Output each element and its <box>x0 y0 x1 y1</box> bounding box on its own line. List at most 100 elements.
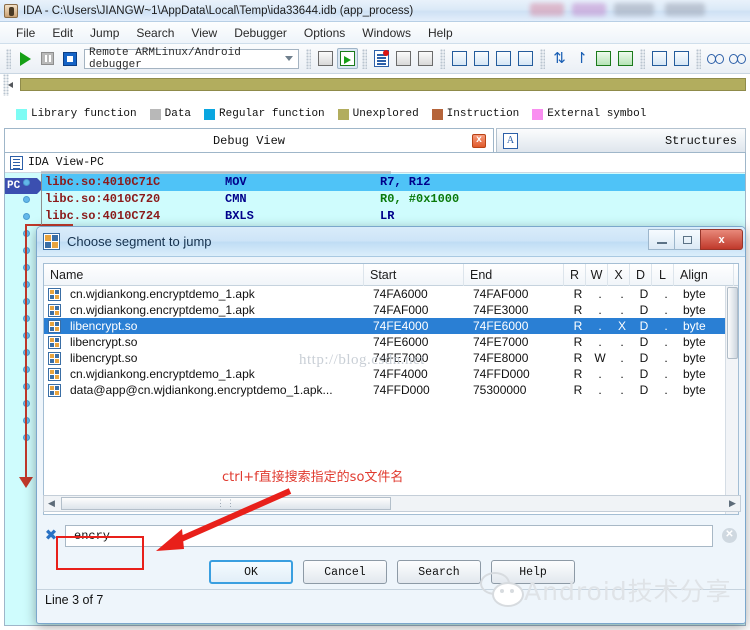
cell-r: R <box>573 319 583 333</box>
names-window-icon <box>496 51 511 66</box>
toolbar-grip[interactable] <box>306 48 311 69</box>
menu-item-edit[interactable]: Edit <box>44 24 81 42</box>
stop-icon <box>62 51 77 66</box>
pause-button[interactable] <box>37 48 58 69</box>
legend-label-regular: Regular function <box>219 108 325 120</box>
search-button[interactable]: Search <box>397 560 481 584</box>
menu-item-debugger[interactable]: Debugger <box>226 24 295 42</box>
cell-name: data@app@cn.wjdiankong.encryptdemo_1.apk… <box>70 383 333 397</box>
column-header-l[interactable]: L <box>652 264 674 286</box>
gutter-dot[interactable] <box>23 179 30 186</box>
cell-d: D <box>639 367 649 381</box>
table-row[interactable]: cn.wjdiankong.encryptdemo_1.apk 74FF4000… <box>44 366 738 382</box>
tab-strip: Debug View x A Structures <box>4 128 746 153</box>
column-header-x[interactable]: X <box>608 264 630 286</box>
search-button[interactable] <box>705 48 726 69</box>
debugger-selector[interactable]: Remote ARMLinux/Android debugger <box>84 47 299 71</box>
toolbar-grip[interactable] <box>6 48 11 69</box>
scrollbar-thumb[interactable] <box>727 287 738 359</box>
enum-button[interactable] <box>593 48 614 69</box>
column-header-start[interactable]: Start <box>364 264 464 286</box>
delete-breakpoint-button[interactable] <box>415 48 436 69</box>
help-button[interactable]: Help <box>491 560 575 584</box>
toolbar-grip[interactable] <box>362 48 367 69</box>
dialog-titlebar[interactable]: Choose segment to jump x <box>37 227 745 257</box>
cancel-button[interactable]: Cancel <box>303 560 387 584</box>
table-vertical-scrollbar[interactable] <box>725 286 738 514</box>
menu-item-file[interactable]: File <box>8 24 43 42</box>
search-input[interactable]: encry ✕ <box>65 525 737 547</box>
segments-window-button[interactable] <box>515 48 536 69</box>
chevron-down-icon <box>285 56 293 61</box>
column-header-align[interactable]: Align <box>674 264 734 286</box>
add-breakpoint-button[interactable] <box>393 48 414 69</box>
menu-item-help[interactable]: Help <box>420 24 461 42</box>
column-header-w[interactable]: W <box>586 264 608 286</box>
disassembly-line[interactable]: libc.so:4010C724 BXLS LR <box>41 208 745 225</box>
column-header-name[interactable]: Name <box>44 264 364 286</box>
scroll-left-icon[interactable]: ◀ <box>44 496 59 511</box>
menu-item-view[interactable]: View <box>183 24 225 42</box>
cell-name: cn.wjdiankong.encryptdemo_1.apk <box>70 303 255 317</box>
ok-button[interactable]: OK <box>209 560 293 584</box>
table-row[interactable]: libencrypt.so 74FE7000 74FE8000 R W . D … <box>44 350 738 366</box>
tab-debug-view[interactable]: Debug View x <box>4 128 494 153</box>
cell-l: . <box>664 383 668 397</box>
pc-marker: PC <box>5 178 45 194</box>
cell-name: libencrypt.so <box>70 319 138 333</box>
column-header-d[interactable]: D <box>630 264 652 286</box>
search-next-button[interactable] <box>727 48 748 69</box>
step-into-button[interactable] <box>315 48 336 69</box>
table-row[interactable]: cn.wjdiankong.encryptdemo_1.apk 74FAF000… <box>44 302 738 318</box>
step-over-button[interactable] <box>337 48 358 69</box>
names-window-button[interactable] <box>493 48 514 69</box>
toolbar-grip[interactable] <box>440 48 445 69</box>
blurred-region <box>530 3 564 16</box>
clear-circle-icon[interactable]: ✕ <box>722 528 737 543</box>
clone-window-button[interactable] <box>671 48 692 69</box>
stop-button[interactable] <box>59 48 80 69</box>
minimize-button[interactable] <box>648 229 675 250</box>
table-row[interactable]: cn.wjdiankong.encryptdemo_1.apk 74FA6000… <box>44 286 738 302</box>
menu-item-search[interactable]: Search <box>128 24 182 42</box>
tab-structures[interactable]: A Structures <box>496 128 746 153</box>
table-row-selected[interactable]: libencrypt.so 74FE4000 74FE6000 R . X D … <box>44 318 738 334</box>
cell-l: . <box>664 319 668 333</box>
toolbar-grip[interactable] <box>540 48 545 69</box>
cell-start: 74FA6000 <box>373 287 428 301</box>
run-button[interactable] <box>15 48 36 69</box>
toolbar-grip[interactable] <box>696 48 701 69</box>
table-horizontal-scrollbar[interactable]: ◀ ⋮⋮ ▶ <box>43 495 741 512</box>
menu-item-jump[interactable]: Jump <box>82 24 127 42</box>
disassembly-line[interactable]: libc.so:4010C720 CMN R0, #0x1000 <box>41 191 745 208</box>
function-window-button[interactable] <box>471 48 492 69</box>
close-button[interactable]: x <box>700 229 743 250</box>
list-window-button[interactable] <box>449 48 470 69</box>
gutter-dot[interactable] <box>23 196 30 203</box>
close-icon[interactable]: x <box>472 134 486 148</box>
search-next-icon <box>729 53 746 64</box>
redo-button[interactable]: ↾ <box>571 48 592 69</box>
column-header-end[interactable]: End <box>464 264 564 286</box>
column-header-r[interactable]: R <box>564 264 586 286</box>
add-breakpoint-icon <box>396 51 411 66</box>
menu-item-windows[interactable]: Windows <box>354 24 419 42</box>
table-row[interactable]: data@app@cn.wjdiankong.encryptdemo_1.apk… <box>44 382 738 398</box>
cell-start: 74FE7000 <box>373 351 429 365</box>
navigator-band[interactable] <box>8 78 746 91</box>
menu-item-options[interactable]: Options <box>296 24 353 42</box>
table-row[interactable]: libencrypt.so 74FE6000 74FE7000 R . . D … <box>44 334 738 350</box>
struct-button[interactable] <box>615 48 636 69</box>
breakpoint-list-button[interactable] <box>371 48 392 69</box>
disassembly-line[interactable]: libc.so:4010C71C MOV R7, R12 <box>41 174 745 191</box>
hscrollbar-thumb[interactable]: ⋮⋮ <box>61 497 391 510</box>
undo-button[interactable]: ⇅ <box>549 48 570 69</box>
gutter-dot[interactable] <box>23 213 30 220</box>
maximize-button[interactable] <box>674 229 701 250</box>
scroll-right-icon[interactable]: ▶ <box>725 496 740 511</box>
line-mnemonic: MOV <box>225 175 247 189</box>
toolbar-grip[interactable] <box>640 48 645 69</box>
cell-d: D <box>639 319 649 333</box>
copy-window-button[interactable] <box>649 48 670 69</box>
cell-w: . <box>598 303 602 317</box>
